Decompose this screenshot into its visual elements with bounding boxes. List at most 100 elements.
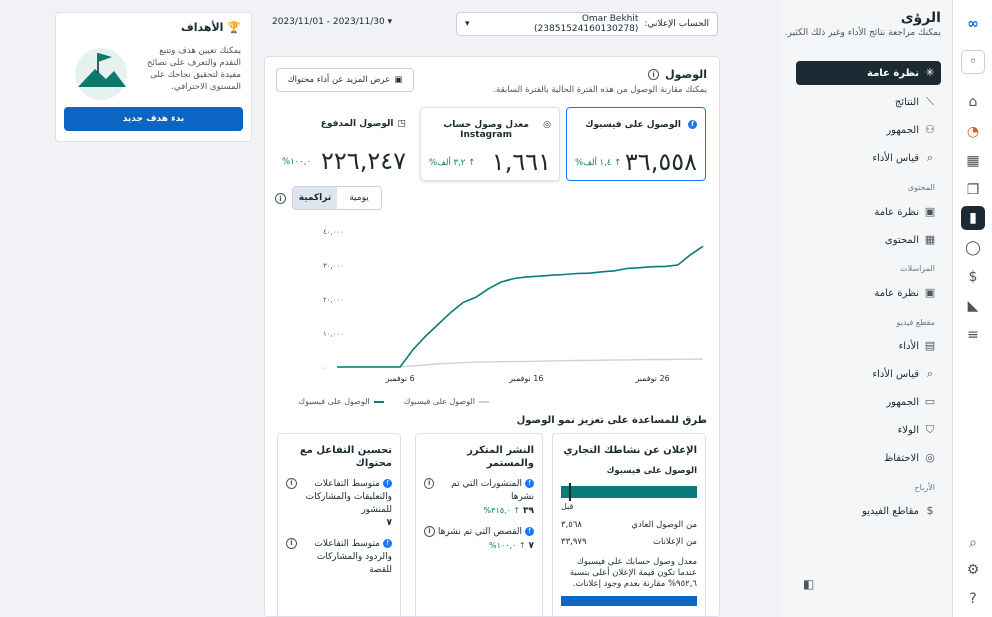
reach-comparison-bar <box>561 483 697 501</box>
metric-change: ↑ ١,٤ ألف% <box>575 158 622 168</box>
ad-account-label: الحساب الإعلاني: <box>644 19 709 29</box>
facebook-icon: f <box>383 479 392 488</box>
settings-icon[interactable]: ⚙ <box>961 558 985 582</box>
collapse-sidebar-icon[interactable]: ◧ <box>803 577 814 591</box>
facebook-icon: f <box>383 539 392 548</box>
metric-instagram-reach[interactable]: ◎ معدل وصول حساب Instagram ١,٦٦١ ↑ ٣,٢ أل… <box>420 107 560 181</box>
metric-change: ١٠٠,٠% <box>282 157 312 167</box>
tip-card-engagement: تحسين التفاعل مع محتواك fمتوسط التفاعلات… <box>277 433 401 616</box>
nav-item-video-performance[interactable]: ▤ الأداء <box>796 334 941 358</box>
date-range: 2023/11/01 - 2023/11/30 <box>272 17 385 27</box>
facebook-icon: f <box>525 479 534 488</box>
goals-card: 🏆 الأهداف يمكنك تعيين هدف وتتبع التقدم و… <box>55 12 252 142</box>
toggle-cumulative[interactable]: تراكمية <box>293 187 337 209</box>
video-audience-icon: ▭ <box>924 395 936 408</box>
reach-title: الوصول i <box>648 68 707 81</box>
legend-item: الوصول على فيسبوك <box>299 397 384 406</box>
y-tick-label: ٣٠,٠٠٠ <box>323 262 344 270</box>
info-icon[interactable]: i <box>275 193 286 204</box>
toggle-daily[interactable]: يومية <box>337 187 381 209</box>
metric-value: ١,٦٦١ <box>491 148 551 176</box>
help-icon[interactable]: ? <box>961 587 985 611</box>
info-icon[interactable]: i <box>424 478 435 489</box>
calendar-icon: ▾ <box>387 17 393 27</box>
nav-item-video-audience[interactable]: ▭ الجمهور <box>796 390 941 414</box>
y-tick-label: ٠ <box>323 364 327 372</box>
menu-icon[interactable]: ≡ <box>961 323 985 347</box>
info-icon[interactable]: i <box>286 478 297 489</box>
nav-item-earnings-videos[interactable]: $ مقاطع الفيديو <box>796 499 941 523</box>
tip-card-advertise: الإعلان عن نشاطك التجاري الوصول على فيسب… <box>552 433 706 616</box>
trophy-icon: 🏆 <box>227 21 241 34</box>
metric-change: ↑ ٣,٢ ألف% <box>429 158 476 168</box>
tips-title: طرق للمساعدة على تعزيز نمو الوصول <box>516 415 707 426</box>
benchmark-icon: ⌕ <box>926 367 934 380</box>
tip-card-posting: النشر المتكرر والمستمر fالمنشورات التي ت… <box>415 433 543 616</box>
document-icon: ▣ <box>394 75 403 85</box>
megaphone-icon[interactable]: ◣ <box>961 294 985 318</box>
goals-title: 🏆 الأهداف <box>180 21 241 34</box>
dollar-icon[interactable]: $ <box>961 265 985 289</box>
meta-icon[interactable]: ∞ <box>961 12 985 36</box>
legend-item: الوصول على فيسبوك <box>404 397 489 406</box>
nav-item-overview[interactable]: ✳ نظرة عامة <box>796 61 941 85</box>
reach-card: الوصول i يمكنك مقارنة الوصول من هذه الفتر… <box>264 56 720 617</box>
content-icon: ▦ <box>924 233 936 246</box>
start-new-goal-button[interactable]: بدء هدف جديد <box>64 107 243 131</box>
benchmark-icon: ⌕ <box>926 151 934 164</box>
metric-facebook-reach[interactable]: f الوصول على فيسبوك ٣٦,٥٥٨ ↑ ١,٤ ألف% <box>566 107 706 181</box>
account-avatar[interactable]: ◦ <box>961 50 985 74</box>
results-icon: ⟋ <box>926 95 934 108</box>
nav-item-retention[interactable]: ◎ الاحتفاظ <box>796 446 941 470</box>
metric-value: ٣٦,٥٥٨ <box>624 148 697 176</box>
insights-icon[interactable]: ▮ <box>961 206 985 230</box>
instagram-icon: ◎ <box>543 120 551 130</box>
nav-item-content-overview[interactable]: ▣ نظرة عامة <box>796 200 941 224</box>
metric-paid-reach[interactable]: ◳ الوصول المدفوع ٢٢٦,٢٤٧ ١٠٠,٠% <box>274 107 414 181</box>
audience-icon: ⚇ <box>925 123 935 136</box>
money-icon: $ <box>926 504 934 517</box>
info-icon[interactable]: i <box>424 526 435 537</box>
bell-icon[interactable]: ◔ <box>961 120 985 144</box>
section-content: المحتوى <box>907 183 935 192</box>
section-video: مقطع فيديو <box>896 318 936 327</box>
see-more-content-button[interactable]: ▣ عرض المزيد عن أداء محتواك <box>276 68 414 92</box>
nav-item-audience[interactable]: ⚇ الجمهور <box>796 118 941 142</box>
chat-icon[interactable]: ◯ <box>961 236 985 260</box>
ad-account-selector[interactable]: الحساب الإعلاني: Omar Bekhit (2385152416… <box>456 12 718 36</box>
advertise-button[interactable] <box>561 596 697 606</box>
series-line-1 <box>337 358 704 368</box>
nav-title: الرؤى <box>900 10 941 26</box>
table-icon[interactable]: ▦ <box>961 149 985 173</box>
nav-item-content[interactable]: ▦ المحتوى <box>796 228 941 252</box>
mountain-flag-icon <box>75 48 127 100</box>
search-icon[interactable]: ⌕ <box>961 531 985 555</box>
pages-icon[interactable]: ❐ <box>961 178 985 202</box>
x-tick-label: 26 نوفمبر <box>634 374 669 383</box>
nav-item-benchmark[interactable]: ⌕ قياس الأداء <box>796 146 941 170</box>
info-icon[interactable]: i <box>286 538 297 549</box>
ad-account-name: Omar Bekhit (23851524160130278) <box>534 14 639 34</box>
shield-icon: ⛉ <box>925 423 935 436</box>
nav-item-video-benchmark[interactable]: ⌕ قياس الأداء <box>796 362 941 386</box>
performance-icon: ▤ <box>924 339 936 352</box>
insights-nav: الرؤى يمكنك مراجعة نتائج الأداء وغير ذلك… <box>781 0 951 617</box>
home-icon[interactable]: ⌂ <box>961 90 985 114</box>
facebook-icon: f <box>525 527 534 536</box>
retention-icon: ◎ <box>925 451 935 464</box>
section-messaging: المراسلات <box>900 264 935 273</box>
overview-icon: ✳ <box>925 66 935 79</box>
chart-legend: الوصول على فيسبوك الوصول على فيسبوك <box>299 397 489 406</box>
reach-description: يمكنك مقارنة الوصول من هذه الفترة الحالي… <box>493 85 707 95</box>
y-tick-label: ٢٠,٠٠٠ <box>323 296 344 304</box>
info-icon[interactable]: i <box>648 69 660 80</box>
facebook-icon: f <box>688 120 697 129</box>
reach-line-chart: ٠ ١٠,٠٠٠ ٢٠,٠٠٠ ٣٠,٠٠٠ ٤٠,٠٠٠ 6 نوفمبر 16 نوفم… <box>323 228 704 383</box>
nav-item-loyalty[interactable]: ⛉ الولاء <box>796 418 941 442</box>
icon-rail: ∞ ◦ ⌂ ◔ ▦ ❐ ▮ ◯ $ ◣ ≡ ⌕ ⚙ ? <box>952 0 992 617</box>
metric-value: ٢٢٦,٢٤٧ <box>321 147 406 175</box>
date-range-picker[interactable]: ▾ 2023/11/01 - 2023/11/30 <box>272 17 392 27</box>
nav-item-messaging-overview[interactable]: ▣ نظرة عامة <box>796 281 941 305</box>
nav-item-results[interactable]: ⟋ النتائج <box>796 90 941 114</box>
nav-subtitle: يمكنك مراجعة نتائج الأداء وغير ذلك الكثي… <box>784 28 941 38</box>
